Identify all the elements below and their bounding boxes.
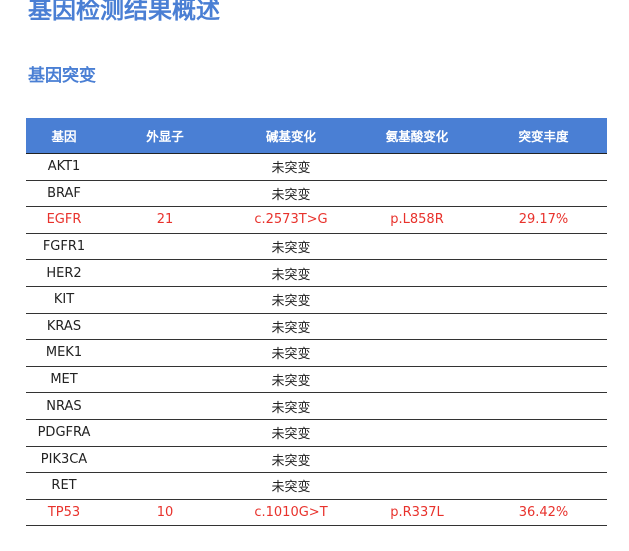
table-row: MEK1 未突变 <box>26 339 607 367</box>
cell-base-change: 未突变 <box>228 339 354 367</box>
cell-base-change: 未突变 <box>228 153 354 181</box>
cell-aa-change: p.L858R <box>354 206 480 234</box>
cell-base-change: 未突变 <box>228 446 354 474</box>
cell-exon <box>102 233 228 261</box>
cell-gene: AKT1 <box>26 153 102 181</box>
cell-abundance <box>480 313 607 341</box>
cell-gene: MET <box>26 366 102 394</box>
cell-abundance: 29.17% <box>480 206 607 234</box>
cell-abundance <box>480 366 607 394</box>
cell-gene: NRAS <box>26 392 102 420</box>
cell-base-change: 未突变 <box>228 259 354 287</box>
header-base-change: 碱基变化 <box>228 118 354 154</box>
table-row: HER2 未突变 <box>26 259 607 287</box>
cell-base-change: 未突变 <box>228 286 354 314</box>
cell-abundance <box>480 259 607 287</box>
cell-base-change: 未突变 <box>228 392 354 420</box>
cell-aa-change: p.R337L <box>354 499 480 527</box>
cell-exon <box>102 259 228 287</box>
cell-exon <box>102 392 228 420</box>
table-row: FGFR1 未突变 <box>26 233 607 261</box>
cell-aa-change <box>354 339 480 367</box>
header-exon: 外显子 <box>102 118 228 154</box>
cell-gene: PIK3CA <box>26 446 102 474</box>
cell-gene: TP53 <box>26 499 102 527</box>
cell-base-change: 未突变 <box>228 233 354 261</box>
cell-aa-change <box>354 259 480 287</box>
table-row: EGFR 21 c.2573T>G p.L858R 29.17% <box>26 206 607 234</box>
cell-abundance <box>480 286 607 314</box>
cell-aa-change <box>354 366 480 394</box>
cell-exon <box>102 366 228 394</box>
cell-base-change: c.1010G>T <box>228 499 354 527</box>
cell-aa-change <box>354 153 480 181</box>
cell-abundance: 36.42% <box>480 499 607 527</box>
cell-exon <box>102 472 228 500</box>
page-title: 基因检测结果概述 <box>28 0 220 24</box>
cell-aa-change <box>354 419 480 447</box>
section-title: 基因突变 <box>28 66 96 86</box>
cell-base-change: 未突变 <box>228 313 354 341</box>
cell-gene: KIT <box>26 286 102 314</box>
cell-base-change: 未突变 <box>228 366 354 394</box>
table-row: TP53 10 c.1010G>T p.R337L 36.42% <box>26 499 607 527</box>
cell-gene: FGFR1 <box>26 233 102 261</box>
cell-abundance <box>480 339 607 367</box>
cell-gene: BRAF <box>26 180 102 208</box>
cell-aa-change <box>354 472 480 500</box>
cell-abundance <box>480 419 607 447</box>
cell-abundance <box>480 392 607 420</box>
cell-gene: MEK1 <box>26 339 102 367</box>
table-row: MET 未突变 <box>26 366 607 394</box>
table-row: NRAS 未突变 <box>26 392 607 420</box>
cell-exon: 10 <box>102 499 228 527</box>
cell-gene: EGFR <box>26 206 102 234</box>
table-header-row: 基因 外显子 碱基变化 氨基酸变化 突变丰度 <box>26 118 607 154</box>
cell-base-change: c.2573T>G <box>228 206 354 234</box>
gene-mutation-table: 基因 外显子 碱基变化 氨基酸变化 突变丰度 AKT1 未突变 BRAF 未突变 EGF… <box>26 118 607 527</box>
cell-aa-change <box>354 313 480 341</box>
table-row: PIK3CA 未突变 <box>26 446 607 474</box>
cell-abundance <box>480 446 607 474</box>
cell-exon <box>102 446 228 474</box>
cell-aa-change <box>354 446 480 474</box>
cell-abundance <box>480 472 607 500</box>
cell-exon <box>102 313 228 341</box>
table-row: AKT1 未突变 <box>26 153 607 181</box>
table-body: AKT1 未突变 BRAF 未突变 EGFR 21 c.2573T>G p.L858R 29.1… <box>26 153 607 527</box>
cell-base-change: 未突变 <box>228 419 354 447</box>
cell-exon <box>102 419 228 447</box>
header-gene: 基因 <box>26 118 102 154</box>
table-row: KRAS 未突变 <box>26 313 607 341</box>
table-row: BRAF 未突变 <box>26 180 607 208</box>
cell-gene: RET <box>26 472 102 500</box>
cell-aa-change <box>354 233 480 261</box>
cell-abundance <box>480 153 607 181</box>
cell-gene: PDGFRA <box>26 419 102 447</box>
cell-exon <box>102 339 228 367</box>
cell-exon <box>102 286 228 314</box>
cell-abundance <box>480 180 607 208</box>
table-row: RET 未突变 <box>26 472 607 500</box>
table-row: PDGFRA 未突变 <box>26 419 607 447</box>
cell-exon <box>102 153 228 181</box>
cell-exon <box>102 180 228 208</box>
cell-exon: 21 <box>102 206 228 234</box>
header-abundance: 突变丰度 <box>480 118 607 154</box>
cell-gene: KRAS <box>26 313 102 341</box>
cell-base-change: 未突变 <box>228 180 354 208</box>
cell-gene: HER2 <box>26 259 102 287</box>
header-aa-change: 氨基酸变化 <box>354 118 480 154</box>
cell-aa-change <box>354 392 480 420</box>
cell-abundance <box>480 233 607 261</box>
table-row: KIT 未突变 <box>26 286 607 314</box>
cell-base-change: 未突变 <box>228 472 354 500</box>
cell-aa-change <box>354 180 480 208</box>
table-header: 基因 外显子 碱基变化 氨基酸变化 突变丰度 <box>26 118 607 154</box>
cell-aa-change <box>354 286 480 314</box>
